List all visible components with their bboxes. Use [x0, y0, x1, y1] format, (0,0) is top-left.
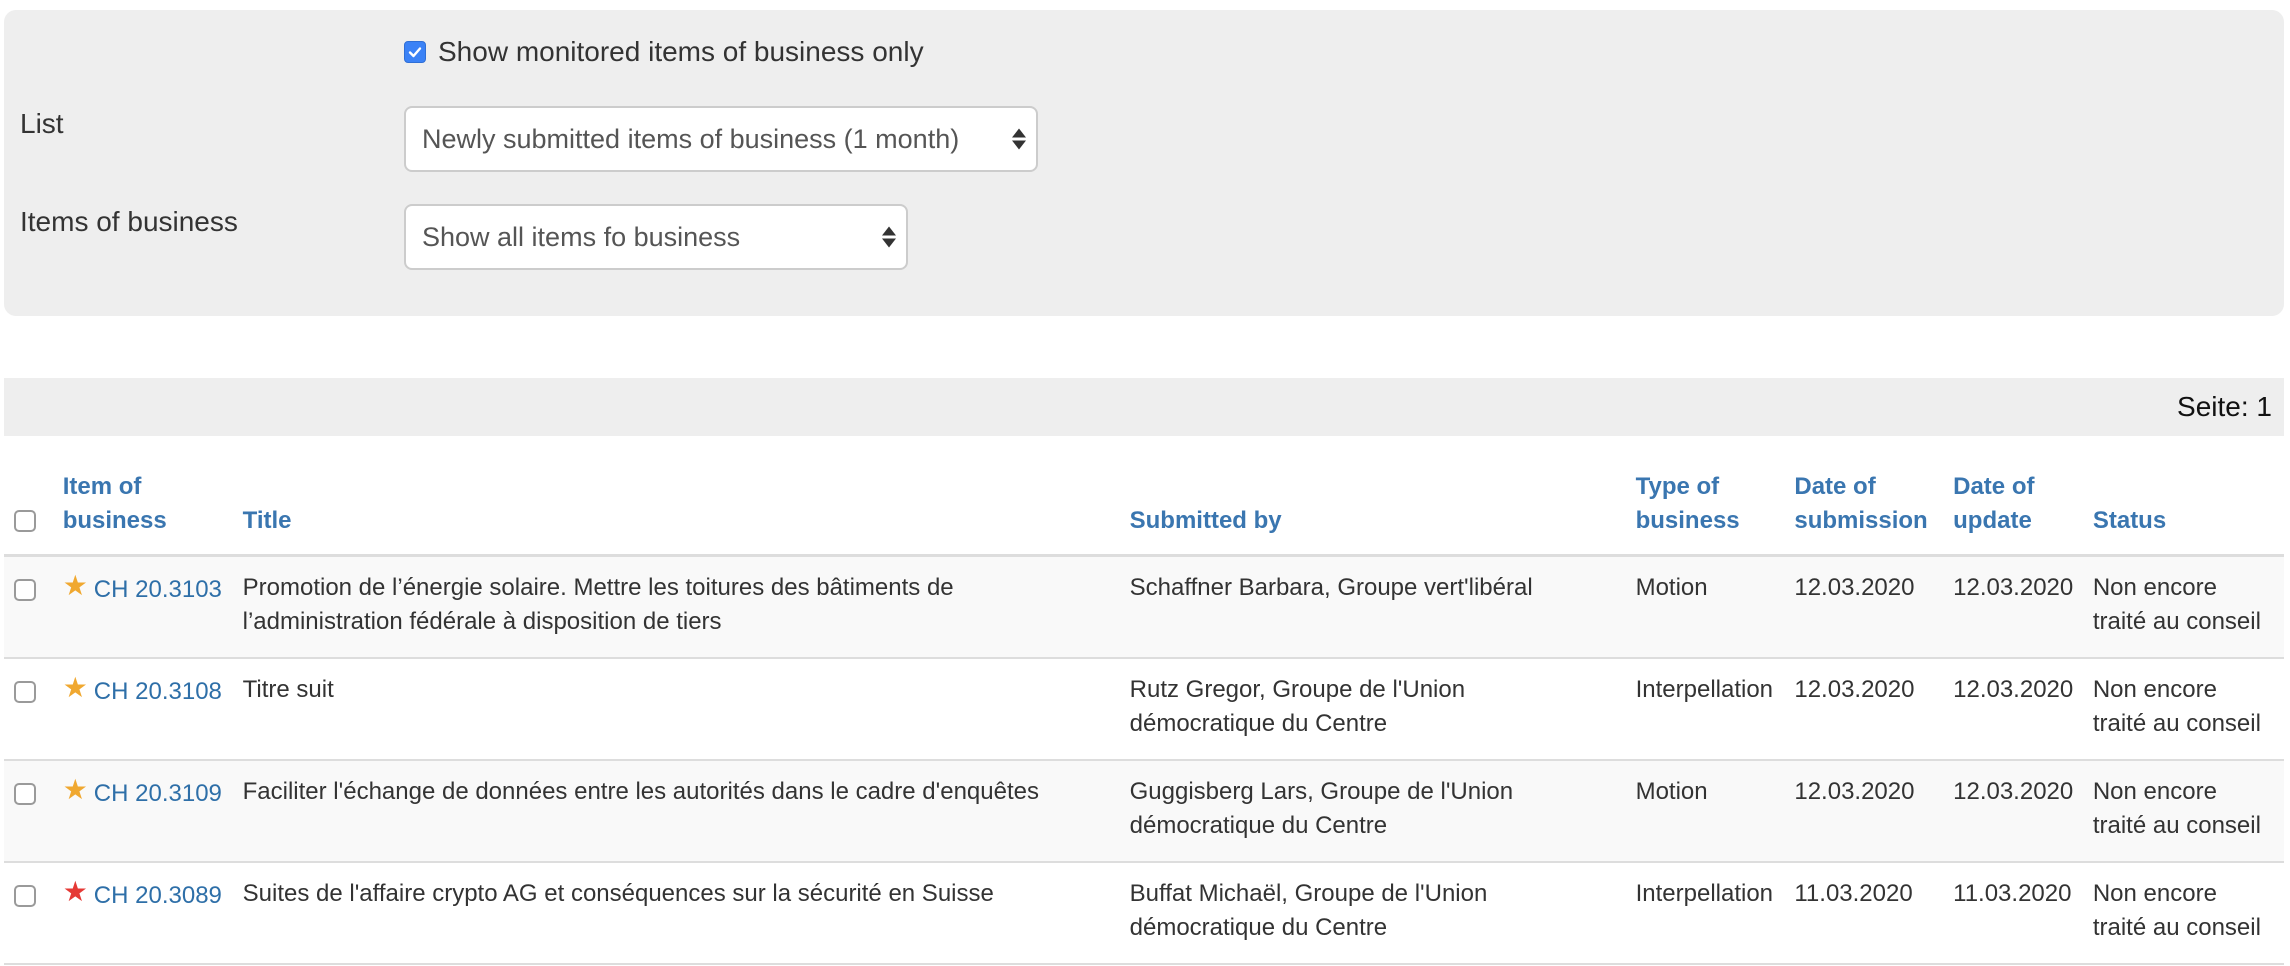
header-date-of-submission[interactable]: Date of submission	[1784, 470, 1944, 557]
header-title[interactable]: Title	[232, 470, 1120, 557]
title-cell: Faciliter l'échange de données entre les…	[232, 759, 1120, 863]
select-all-cell	[4, 470, 53, 557]
row-checkbox[interactable]	[14, 680, 36, 703]
item-cell: ★ CH 20.3108	[52, 657, 233, 761]
row-checkbox[interactable]	[14, 884, 36, 907]
type-cell: Motion	[1625, 759, 1785, 863]
submitted-by-cell: Rutz Gregor, Groupe de l'Union démocrati…	[1119, 657, 1626, 761]
submitted-by-cell: Buffat Michaël, Groupe de l'Union démocr…	[1119, 861, 1626, 965]
filter-panel: Show monitored items of business only Li…	[4, 10, 2284, 316]
date-submission-cell: 12.03.2020	[1784, 555, 1944, 659]
status-cell: Non encore traité au conseil	[2082, 759, 2284, 863]
item-cell: ★ CH 20.3089	[52, 861, 233, 965]
items-of-business-select[interactable]: Show all items fo business	[404, 204, 908, 270]
date-submission-cell: 12.03.2020	[1784, 657, 1944, 761]
date-update-cell: 12.03.2020	[1943, 555, 2083, 659]
items-of-business-select-value: Show all items fo business	[422, 221, 741, 252]
date-update-cell: 12.03.2020	[1943, 657, 2083, 761]
star-icon[interactable]: ★	[63, 570, 88, 601]
row-checkbox-cell	[4, 555, 53, 659]
table-row: ★ CH 20.3109 Faciliter l'échange de donné…	[4, 759, 2284, 863]
date-submission-cell: 11.03.2020	[1784, 861, 1944, 965]
item-link[interactable]: CH 20.3108	[94, 678, 222, 705]
page-indicator: Seite: 1	[2177, 391, 2272, 422]
item-link[interactable]: CH 20.3103	[94, 576, 222, 603]
row-checkbox[interactable]	[14, 782, 36, 805]
row-checkbox-cell	[4, 759, 53, 863]
star-icon[interactable]: ★	[63, 876, 88, 907]
item-cell: ★ CH 20.3109	[52, 759, 233, 863]
title-cell: Promotion de l’énergie solaire. Mettre l…	[232, 555, 1120, 659]
type-cell: Interpellation	[1625, 861, 1785, 965]
date-update-cell: 11.03.2020	[1943, 861, 2083, 965]
monitored-only-option[interactable]: Show monitored items of business only	[404, 36, 924, 68]
star-icon[interactable]: ★	[63, 672, 88, 703]
monitored-only-label: Show monitored items of business only	[438, 36, 924, 67]
item-link[interactable]: CH 20.3109	[94, 780, 222, 807]
table-header-row: Item of business Title Submitted by Type…	[4, 470, 2284, 557]
select-arrows-icon	[1012, 128, 1026, 150]
title-cell: Suites de l'affaire crypto AG et conséqu…	[232, 861, 1120, 965]
status-cell: Non encore traité au conseil	[2082, 657, 2284, 761]
submitted-by-cell: Guggisberg Lars, Groupe de l'Union démoc…	[1119, 759, 1626, 863]
row-checkbox[interactable]	[14, 579, 36, 601]
table-row: ★ CH 20.3108 Titre suit Rutz Gregor, Grou…	[4, 657, 2284, 761]
status-cell: Non encore traité au conseil	[2082, 555, 2284, 659]
row-checkbox-cell	[4, 861, 53, 965]
header-submitted-by[interactable]: Submitted by	[1119, 470, 1626, 557]
submitted-by-cell: Schaffner Barbara, Groupe vert'libéral	[1119, 555, 1626, 659]
title-cell: Titre suit	[232, 657, 1120, 761]
checkmark-icon	[408, 47, 422, 58]
star-icon[interactable]: ★	[63, 774, 88, 805]
table-row: ★ CH 20.3103 Promotion de l’énergie solai…	[4, 555, 2284, 659]
type-cell: Interpellation	[1625, 657, 1785, 761]
list-label: List	[20, 108, 64, 139]
table-row: ★ CH 20.3089 Suites de l'affaire crypto A…	[4, 861, 2284, 965]
pagination-bar: Seite: 1	[4, 378, 2284, 436]
items-of-business-label: Items of business	[20, 206, 238, 237]
date-submission-cell: 12.03.2020	[1784, 759, 1944, 863]
date-update-cell: 12.03.2020	[1943, 759, 2083, 863]
header-type-of-business[interactable]: Type of business	[1625, 470, 1785, 557]
list-select-value: Newly submitted items of business (1 mon…	[422, 123, 960, 154]
item-cell: ★ CH 20.3103	[52, 555, 233, 659]
select-all-checkbox[interactable]	[14, 510, 36, 532]
header-item-of-business[interactable]: Item of business	[52, 470, 233, 557]
list-select[interactable]: Newly submitted items of business (1 mon…	[404, 106, 1038, 172]
type-cell: Motion	[1625, 555, 1785, 659]
header-status[interactable]: Status	[2082, 470, 2284, 557]
item-link[interactable]: CH 20.3089	[94, 882, 222, 909]
row-checkbox-cell	[4, 657, 53, 761]
status-cell: Non encore traité au conseil	[2082, 861, 2284, 965]
business-items-table: Item of business Title Submitted by Type…	[4, 470, 2284, 965]
header-date-of-update[interactable]: Date of update	[1943, 470, 2083, 557]
monitored-only-checkbox[interactable]	[404, 41, 426, 63]
select-arrows-icon	[882, 226, 896, 248]
